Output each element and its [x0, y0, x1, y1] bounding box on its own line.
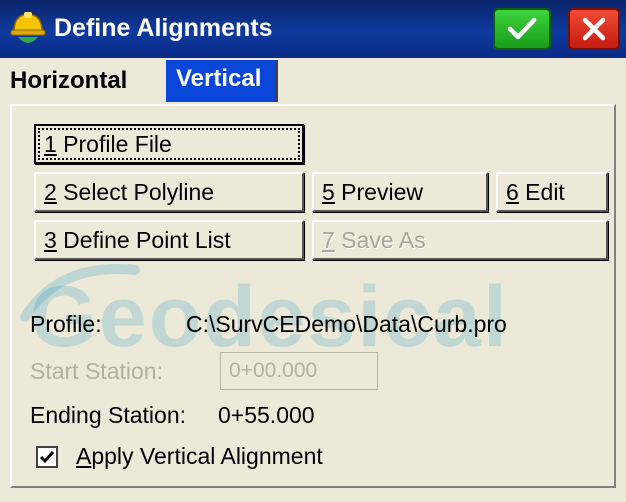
edit-button[interactable]: 6 Edit: [496, 172, 608, 212]
profile-file-hotkey: 1: [44, 131, 57, 157]
start-station-label: Start Station:: [30, 358, 163, 384]
close-icon: [582, 17, 606, 41]
ending-station-value: 0+55.000: [218, 402, 315, 428]
tab-bar: Horizontal Vertical: [0, 58, 626, 104]
edit-label: Edit: [518, 179, 565, 205]
define-point-list-label: Define Point List: [56, 227, 231, 253]
define-point-list-hotkey: 3: [44, 227, 57, 253]
ending-station-label: Ending Station:: [30, 402, 187, 428]
profile-file-label: Profile File: [56, 131, 172, 157]
apply-vertical-text: pply Vertical Alignment: [91, 443, 323, 469]
title-bar: Define Alignments: [0, 0, 626, 58]
select-polyline-hotkey: 2: [44, 179, 57, 205]
select-polyline-button[interactable]: 2 Select Polyline: [34, 172, 304, 212]
save-as-label: Save As: [334, 227, 426, 253]
preview-button[interactable]: 5 Preview: [312, 172, 488, 212]
define-point-list-button[interactable]: 3 Define Point List: [34, 220, 304, 260]
edit-hotkey: 6: [506, 179, 519, 205]
profile-label: Profile:: [30, 311, 102, 337]
profile-file-button[interactable]: 1 Profile File: [34, 124, 304, 164]
preview-hotkey: 5: [322, 179, 335, 205]
save-as-button[interactable]: 7 Save As: [312, 220, 608, 260]
hardhat-icon: [10, 12, 46, 43]
window-title: Define Alignments: [54, 14, 273, 42]
start-station-input[interactable]: [220, 352, 378, 390]
select-polyline-label: Select Polyline: [56, 179, 215, 205]
tab-vertical[interactable]: Vertical: [166, 60, 279, 102]
apply-vertical-label[interactable]: Apply Vertical Alignment: [76, 443, 323, 470]
check-icon: [507, 17, 537, 40]
ok-button[interactable]: [493, 8, 551, 50]
tab-horizontal[interactable]: Horizontal: [6, 62, 131, 100]
profile-path: C:\SurvCEDemo\Data\Curb.pro: [186, 311, 507, 337]
save-as-hotkey: 7: [322, 227, 335, 253]
apply-vertical-checkbox[interactable]: [36, 446, 58, 468]
preview-label: Preview: [334, 179, 423, 205]
close-button[interactable]: [568, 8, 620, 50]
checkmark-icon: [39, 451, 55, 464]
apply-vertical-hotkey: A: [76, 443, 92, 469]
define-alignments-window: Define Alignments Horizontal Vertical 1 …: [0, 0, 626, 502]
